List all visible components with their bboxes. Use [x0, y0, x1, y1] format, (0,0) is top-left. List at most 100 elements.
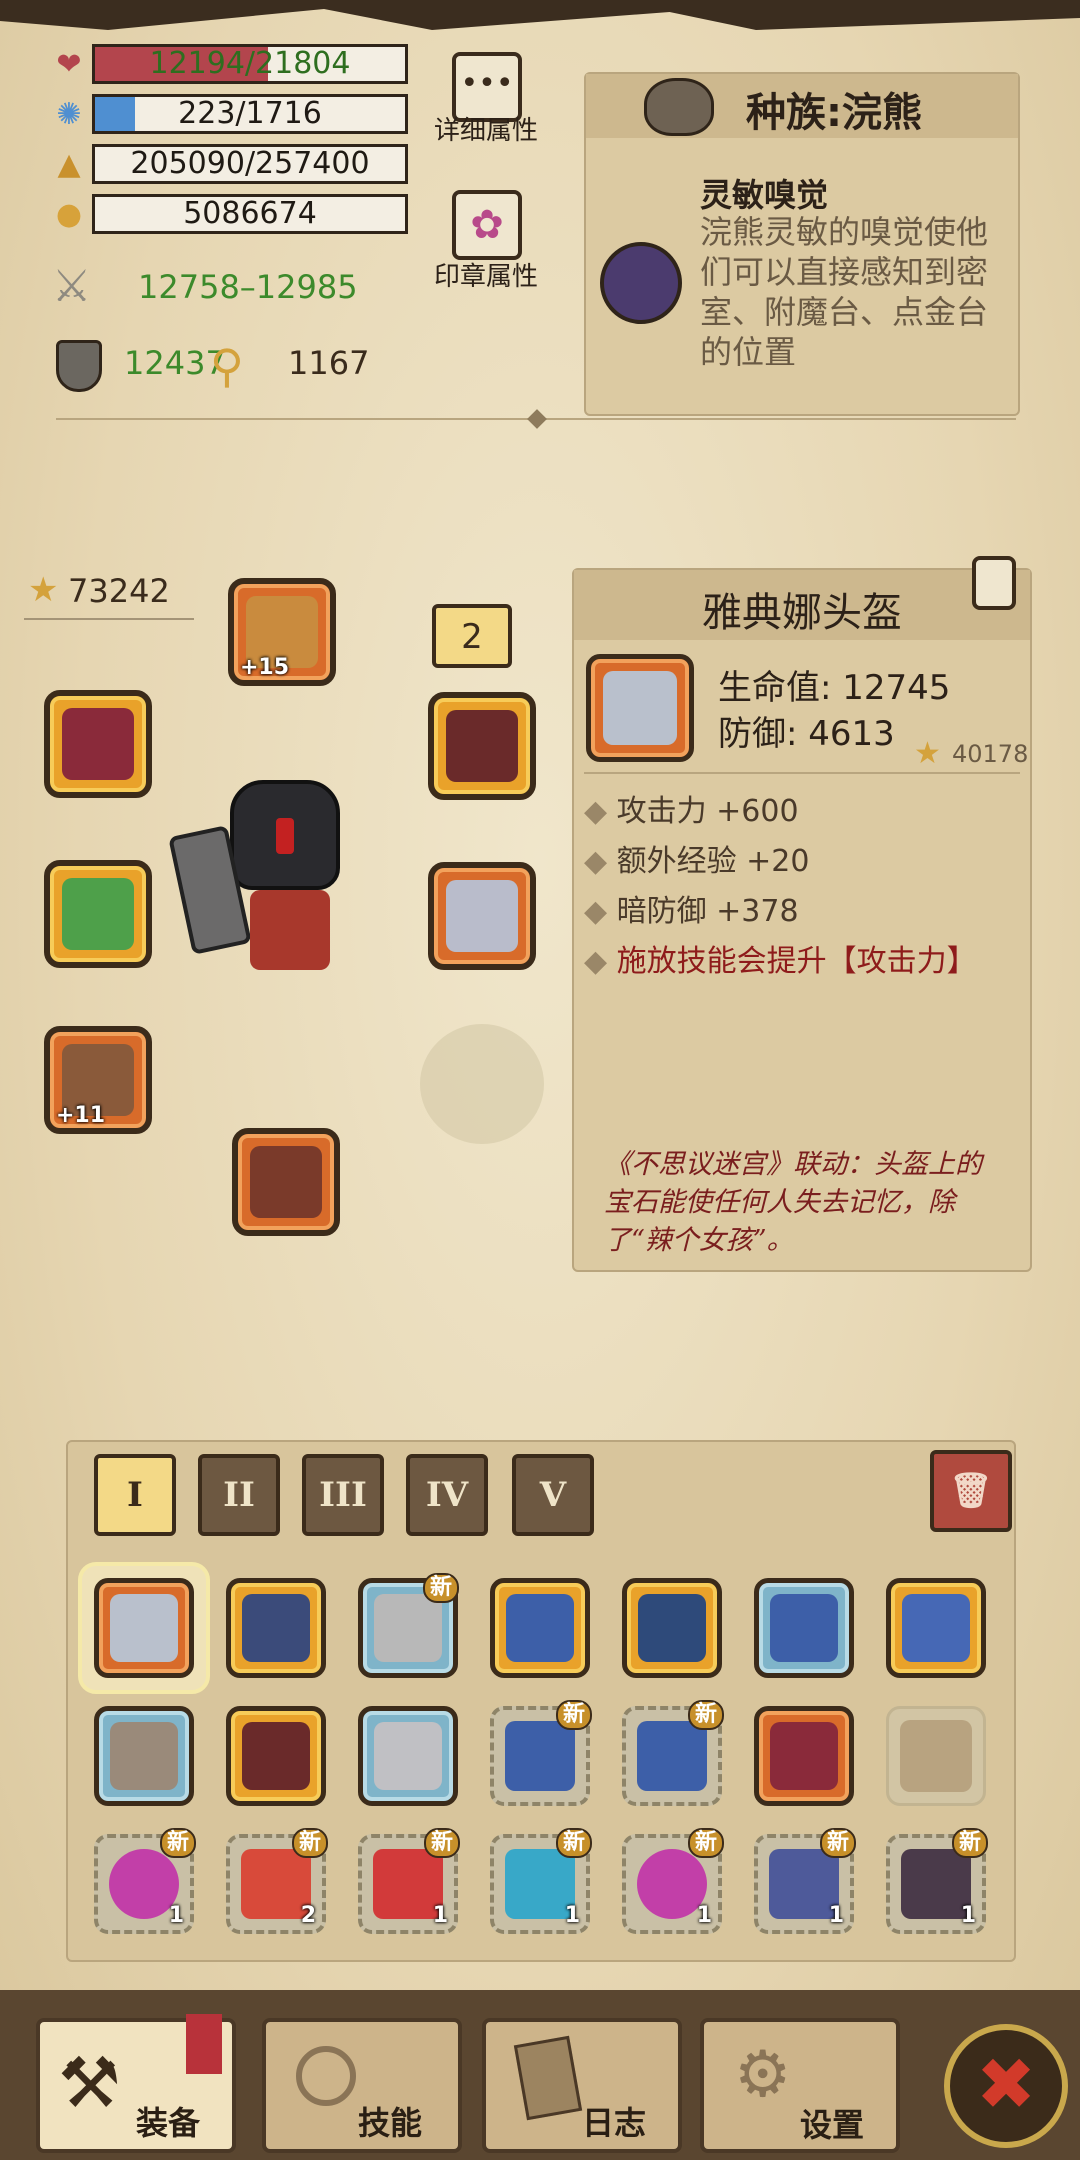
seal-attributes-label: 印章属性 [433, 262, 538, 292]
boots-item [249, 1145, 323, 1219]
blue-pants-item [505, 1593, 575, 1663]
attack-value: 12758–12985 [138, 268, 358, 306]
item-count: 2 [300, 1903, 316, 1928]
inventory-slot[interactable] [754, 1706, 854, 1806]
trash-button[interactable]: 🗑 [930, 1450, 1012, 1532]
inventory-slot[interactable]: 新1 [622, 1828, 724, 1934]
tab-page-3[interactable]: III [302, 1454, 384, 1536]
faded-item [900, 1720, 972, 1792]
slot-count: 2 [461, 617, 483, 657]
inventory-slot[interactable] [490, 1578, 590, 1678]
nav-skills-label: 技能 [358, 2104, 423, 2142]
tab-page-4[interactable]: IV [406, 1454, 488, 1536]
hp-stat: ❤ 12194/21804 [52, 44, 408, 86]
item-divider [584, 772, 1020, 774]
seal-flower-icon: ✿ [470, 202, 504, 248]
gold-text: 5086674 [183, 196, 317, 231]
inventory-slot[interactable]: 新1 [886, 1828, 988, 1934]
new-badge: 新 [819, 1828, 856, 1858]
steel-gauntlet-item [373, 1721, 443, 1791]
inventory-slot[interactable] [226, 1706, 326, 1806]
inventory-slot[interactable] [94, 1578, 194, 1678]
blue-boots-item [901, 1593, 971, 1663]
bonus-attack: 攻击力 +600 [616, 794, 799, 829]
hp-bar: 12194/21804 [92, 44, 408, 84]
bonus-special: ◆ 施放技能会提升【攻击力】 [584, 936, 977, 980]
item-detail-icon [586, 654, 694, 762]
ring-slot[interactable]: +11 [44, 1026, 152, 1134]
inventory-slot[interactable] [886, 1706, 986, 1806]
item-count: 1 [696, 1903, 712, 1928]
new-badge: 新 [423, 1828, 460, 1858]
mana-icon: ✺ [56, 97, 82, 132]
new-badge: 新 [291, 1828, 328, 1858]
item-count: 1 [168, 1903, 184, 1928]
empty-pants-slot[interactable] [420, 1024, 544, 1144]
nav-skills-button[interactable]: 技能 [262, 2018, 462, 2153]
inventory-slot[interactable] [226, 1578, 326, 1678]
inventory-slot[interactable]: 新 [622, 1700, 724, 1806]
power-underline [24, 618, 194, 620]
helmet-slot[interactable]: +15 [228, 578, 336, 686]
nav-log-button[interactable]: 日志 [482, 2018, 682, 2153]
new-badge: 新 [687, 1700, 724, 1730]
necklace-item [769, 1721, 839, 1791]
trash-icon: 🗑 [949, 1471, 993, 1511]
gear-icon: ⚙ [734, 2038, 792, 2112]
weapon-slot[interactable] [44, 860, 152, 968]
inventory-slot[interactable]: 新1 [358, 1828, 460, 1934]
armor-item [373, 1593, 443, 1663]
inventory-slot[interactable]: 新1 [490, 1828, 592, 1934]
item-power: 40178 [952, 740, 1029, 768]
race-skill-name: 灵敏嗅觉 [700, 176, 829, 214]
item-hp: 生命值: 12745 [718, 668, 951, 708]
horned-mask-item [241, 1593, 311, 1663]
heart-icon: ❤ [56, 47, 82, 82]
boots-slot[interactable] [232, 1128, 340, 1236]
gauntlet-item [241, 1721, 311, 1791]
inventory-slot[interactable]: 新1 [754, 1828, 856, 1934]
item-lore: 《不思议迷宫》联动：头盔上的宝石能使任何人失去记忆，除了“辣个女孩”。 [604, 1149, 982, 1256]
exp-icon: ▲ [57, 147, 81, 182]
inventory-slot[interactable] [754, 1578, 854, 1678]
inventory-slot[interactable]: 新 [358, 1573, 459, 1678]
inventory-slot[interactable]: 新 [490, 1700, 592, 1806]
luck-value: 1167 [288, 344, 370, 382]
character-body [250, 890, 330, 970]
necklace-item [61, 707, 135, 781]
unlock-icon[interactable] [972, 556, 1016, 610]
special-effect: 施放技能会提升【攻击力】 [616, 944, 977, 979]
robe-item [637, 1593, 707, 1663]
inventory-slot[interactable] [886, 1578, 986, 1678]
inventory-slot[interactable] [94, 1706, 194, 1806]
mp-text: 223/1716 [178, 96, 322, 131]
item-defense: 防御: 4613 [718, 714, 895, 754]
inventory-slot[interactable] [358, 1706, 458, 1806]
race-panel: 种族:浣熊 灵敏嗅觉 浣熊灵敏的嗅觉使他们可以直接感知到密室、附魔台、点金台的位… [584, 72, 1020, 416]
luck-staff-icon: ⚲ [210, 339, 244, 393]
boots-item [109, 1721, 179, 1791]
race-skill-desc: 浣熊灵敏的嗅觉使他们可以直接感知到密室、附魔台、点金台的位置 [700, 213, 989, 371]
necklace-slot[interactable] [44, 690, 152, 798]
nav-settings-button[interactable]: ⚙ 设置 [700, 2018, 900, 2153]
race-title: 种族:浣熊 [746, 90, 922, 136]
tab-page-5[interactable]: V [512, 1454, 594, 1536]
tab-page-1[interactable]: I [94, 1454, 176, 1536]
seal-attributes-button[interactable]: ✿ [452, 190, 522, 260]
inventory-slot[interactable]: 新1 [94, 1828, 196, 1934]
keen-smell-skill-icon [600, 242, 682, 324]
close-button[interactable]: ✖ [944, 2024, 1068, 2148]
inventory-slot[interactable]: 新2 [226, 1828, 328, 1934]
detail-attributes-label: 详细属性 [433, 116, 538, 146]
star-icon: ★ [914, 736, 941, 771]
inventory-slot[interactable] [622, 1578, 722, 1678]
nav-settings-label: 设置 [800, 2106, 865, 2144]
item-name: 雅典娜头盔 [702, 590, 902, 636]
exp-stat: ▲ 205090/257400 [52, 144, 408, 186]
wings-slot[interactable] [428, 862, 536, 970]
slot-count-badge: 2 [432, 604, 512, 668]
bonus-3: ◆ 暗防御 +378 [584, 886, 799, 930]
tab-page-2[interactable]: II [198, 1454, 280, 1536]
amulet-slot[interactable] [428, 692, 536, 800]
nav-equip-button[interactable]: ⚒ 装备 [36, 2014, 236, 2153]
